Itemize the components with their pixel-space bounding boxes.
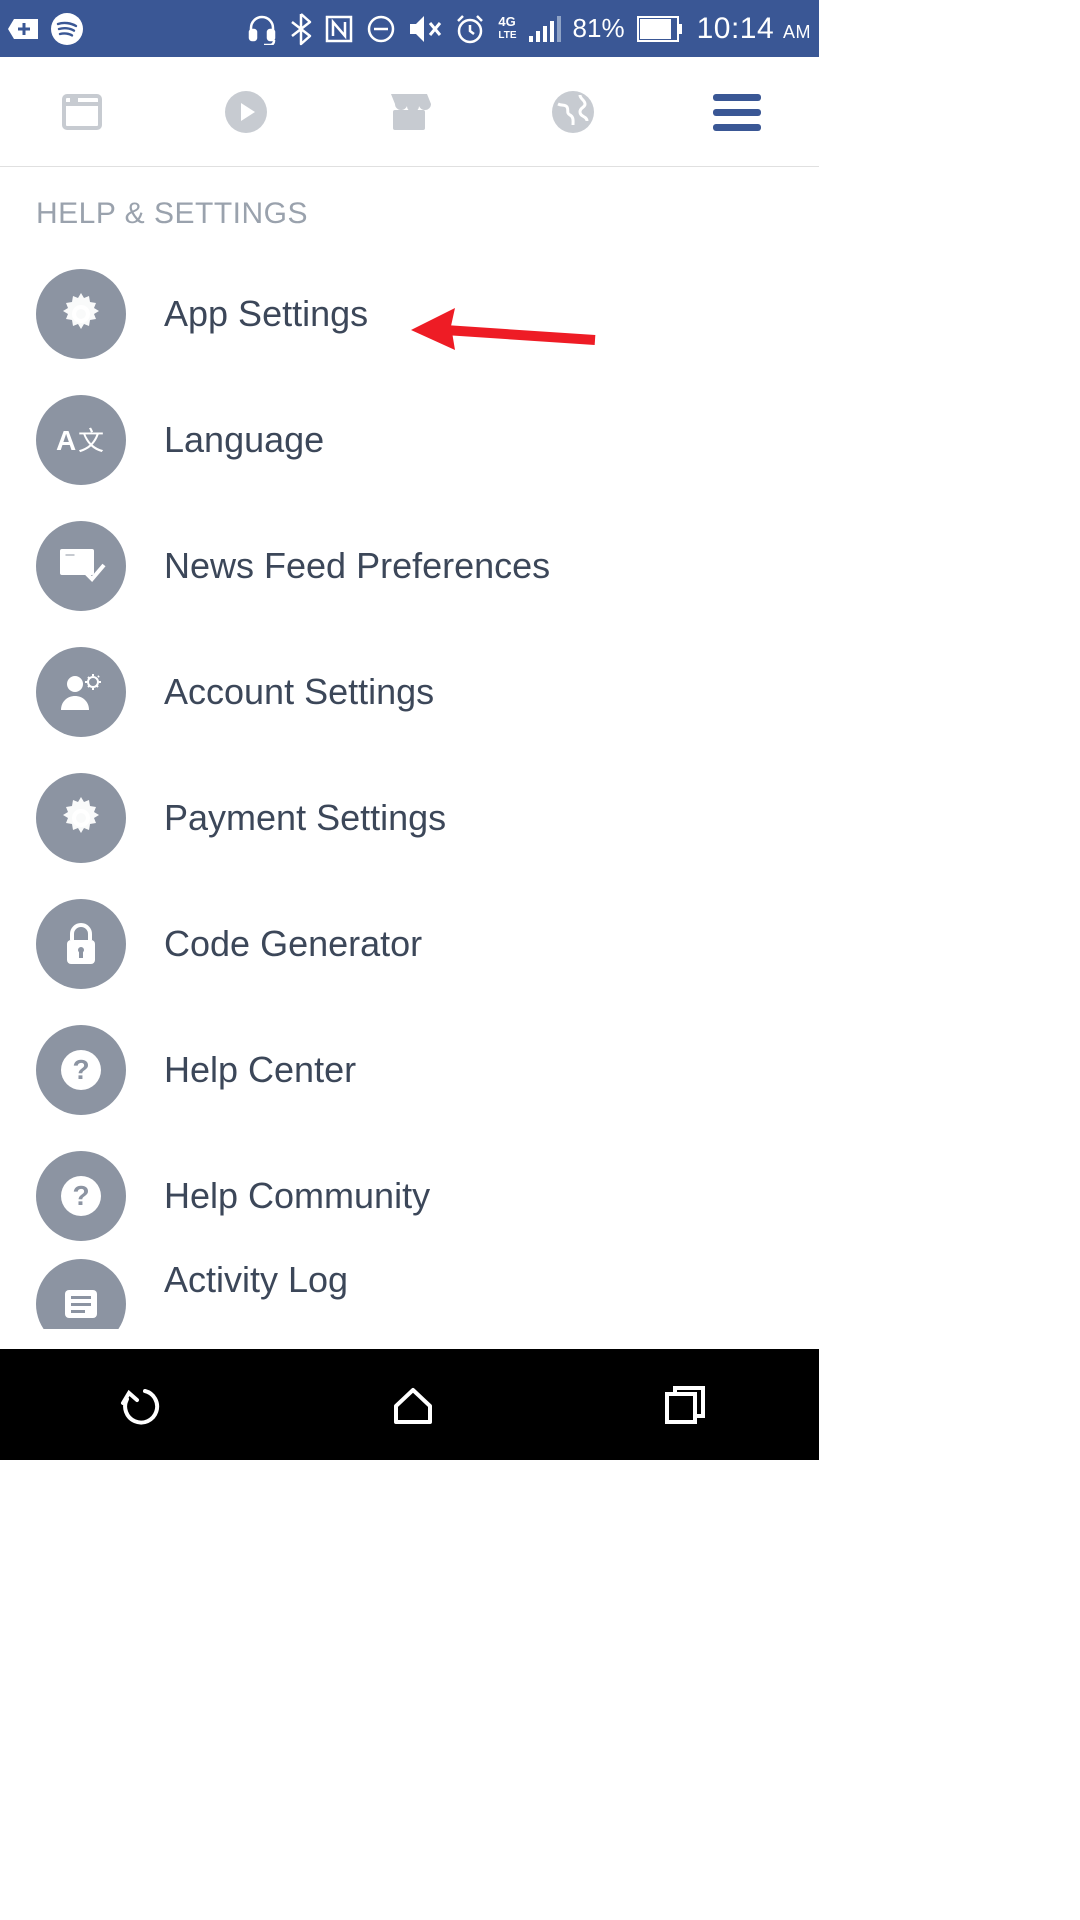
list-item-label: Code Generator <box>164 923 422 965</box>
alarm-icon <box>454 13 486 45</box>
battery-percentage: 81% <box>573 13 625 44</box>
svg-text:?: ? <box>72 1180 89 1211</box>
section-header: HELP & SETTINGS <box>0 167 819 251</box>
list-item-language[interactable]: A文 Language <box>0 377 819 503</box>
list-item-news-feed-preferences[interactable]: News Feed Preferences <box>0 503 819 629</box>
svg-text:?: ? <box>72 1054 89 1085</box>
svg-text:文: 文 <box>78 426 104 456</box>
battery-icon <box>637 16 683 42</box>
list-item-label: Help Center <box>164 1049 356 1091</box>
volume-mute-icon <box>408 14 442 44</box>
list-item-code-generator[interactable]: Code Generator <box>0 881 819 1007</box>
tab-marketplace[interactable] <box>385 88 433 136</box>
list-item-help-center[interactable]: ? Help Center <box>0 1007 819 1133</box>
help-icon: ? <box>36 1025 126 1115</box>
list-item-activity-log[interactable]: Activity Log <box>0 1259 819 1329</box>
nav-back[interactable] <box>113 1379 165 1431</box>
nav-home[interactable] <box>390 1382 436 1428</box>
list-item-payment-settings[interactable]: Payment Settings <box>0 755 819 881</box>
list-item-help-community[interactable]: ? Help Community <box>0 1133 819 1259</box>
tab-video[interactable] <box>222 88 270 136</box>
list-item-label: App Settings <box>164 293 368 335</box>
list-item-app-settings[interactable]: App Settings <box>0 251 819 377</box>
nfc-icon <box>324 14 354 44</box>
list-item-label: Account Settings <box>164 671 434 713</box>
bluetooth-icon <box>290 12 312 46</box>
plus-badge-icon <box>8 15 38 43</box>
status-bar: 4GLTE 81% 10:14 AM <box>0 0 819 57</box>
list-item-label: Language <box>164 419 324 461</box>
svg-text:A: A <box>56 425 76 456</box>
tab-globe[interactable] <box>549 88 597 136</box>
dnd-icon <box>366 14 396 44</box>
tab-feed[interactable] <box>58 88 106 136</box>
language-icon: A文 <box>36 395 126 485</box>
gear-icon <box>36 269 126 359</box>
help-icon: ? <box>36 1151 126 1241</box>
list-item-label: Payment Settings <box>164 797 446 839</box>
headset-icon <box>246 13 278 45</box>
signal-icon <box>529 16 561 42</box>
android-nav-bar <box>0 1349 819 1460</box>
newsfeed-pref-icon <box>36 521 126 611</box>
lock-icon <box>36 899 126 989</box>
spotify-icon <box>50 12 84 46</box>
account-settings-icon <box>36 647 126 737</box>
tab-menu[interactable] <box>713 88 761 136</box>
list-item-label: Help Community <box>164 1175 430 1217</box>
tab-bar <box>0 57 819 167</box>
network-4g-icon: 4GLTE <box>498 16 516 42</box>
list-item-label: News Feed Preferences <box>164 545 550 587</box>
settings-list: App Settings A文 Language News Feed Prefe… <box>0 251 819 1329</box>
gear-icon <box>36 773 126 863</box>
status-time: 10:14 AM <box>697 12 811 46</box>
nav-recent[interactable] <box>661 1382 707 1428</box>
list-icon <box>36 1259 126 1329</box>
list-item-label: Activity Log <box>164 1259 348 1301</box>
list-item-account-settings[interactable]: Account Settings <box>0 629 819 755</box>
